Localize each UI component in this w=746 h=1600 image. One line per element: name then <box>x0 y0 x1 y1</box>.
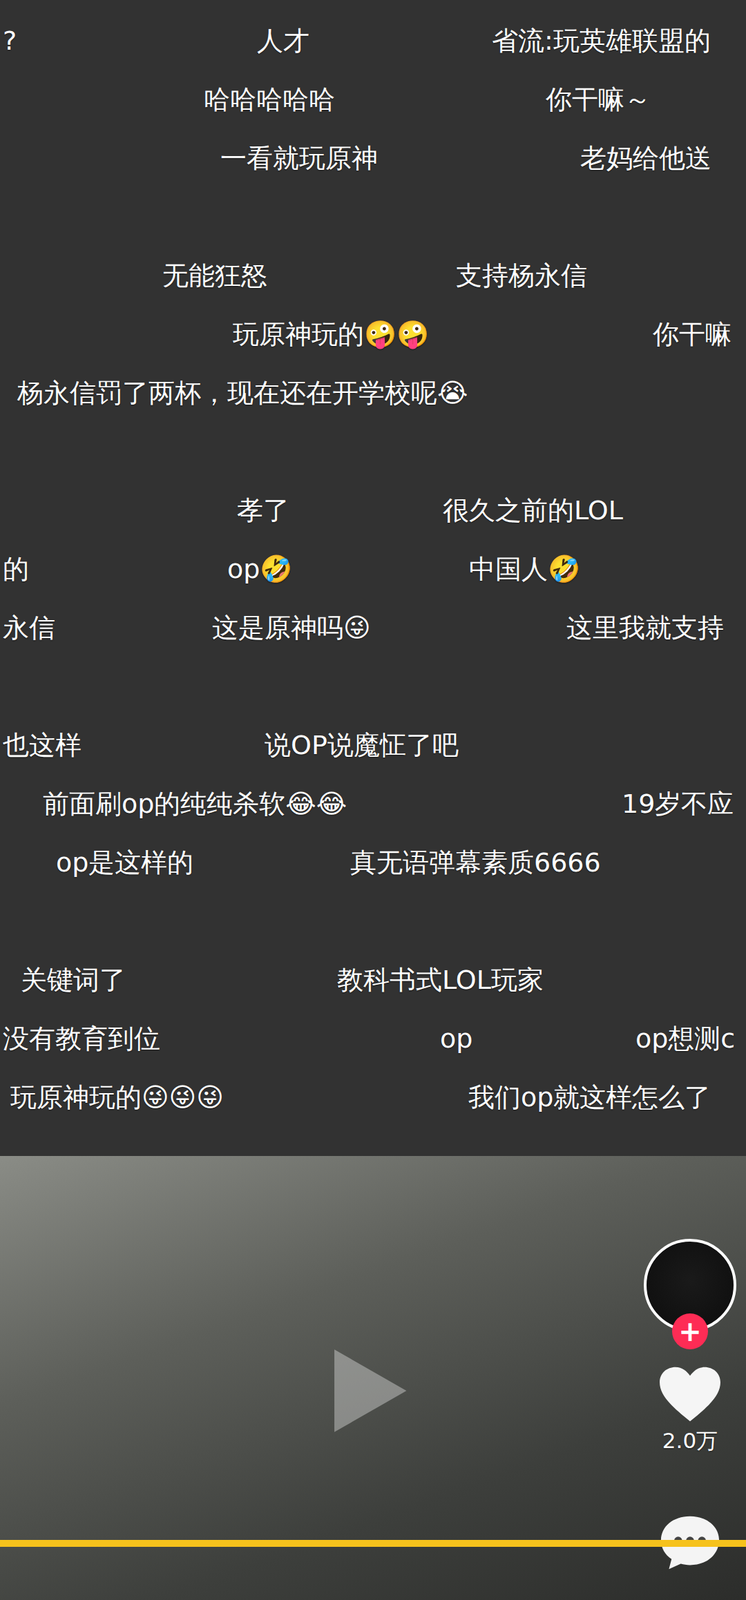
danmaku-row: 关键词了 教科书式LOL玩家 <box>0 951 746 1010</box>
danmaku-row: 孝了 很久之前的LOL <box>0 481 746 541</box>
danmaku-comment[interactable]: ? <box>2 25 17 58</box>
danmaku-comment[interactable]: op <box>440 1023 473 1056</box>
danmaku-comment[interactable]: 没有教育到位 <box>2 1023 161 1056</box>
danmaku-comment[interactable]: 也这样 <box>2 730 82 762</box>
danmaku-comment[interactable]: 哈哈哈哈哈 <box>203 84 336 117</box>
danmaku-comment[interactable]: op想测c <box>635 1023 735 1056</box>
danmaku-comment[interactable]: op🤣 <box>227 553 293 586</box>
danmaku-comment[interactable]: 人才 <box>256 25 310 58</box>
danmaku-comment[interactable]: 真无语弹幕素质6666 <box>350 847 601 880</box>
danmaku-row: 玩原神玩的😜😜😜 我们op就这样怎么了 <box>0 1068 746 1128</box>
danmaku-comment[interactable]: 杨永信罚了两杯，现在还在开学校呢😭 <box>17 377 468 410</box>
danmaku-comment[interactable]: 关键词了 <box>20 964 126 997</box>
danmaku-comment[interactable]: 玩原神玩的🤪🤪 <box>232 319 429 351</box>
danmaku-comment[interactable]: 19岁不应 <box>621 788 734 821</box>
danmaku-row: 没有教育到位 op op想测c <box>0 1009 746 1069</box>
danmaku-row: 永信 这是原神吗😜 这里我就支持 <box>0 598 746 658</box>
danmaku-comment[interactable]: 你干嘛～ <box>545 84 651 117</box>
danmaku-comment[interactable]: op是这样的 <box>55 847 194 880</box>
danmaku-comment[interactable]: 省流:玩英雄联盟的 <box>491 25 711 58</box>
danmaku-row: 的 op🤣 中国人🤣 <box>0 540 746 599</box>
danmaku-area: ? 人才 省流:玩英雄联盟的哈哈哈哈哈 你干嘛～ 一看就玩原神 老妈给他送无能狂怒 支持杨永… <box>0 0 746 1157</box>
action-bar: +2.0万 <box>645 1239 735 1573</box>
danmaku-comment[interactable]: 前面刷op的纯纯杀软😂😂 <box>42 788 347 821</box>
danmaku-comment[interactable]: 无能狂怒 <box>162 260 268 293</box>
danmaku-row: 无能狂怒 支持杨永信 <box>0 246 746 306</box>
video-screen: ? 人才 省流:玩英雄联盟的哈哈哈哈哈 你干嘛～ 一看就玩原神 老妈给他送无能狂怒 支持杨永… <box>0 0 746 1600</box>
danmaku-row: 前面刷op的纯纯杀软😂😂 19岁不应 <box>0 775 746 834</box>
danmaku-row: ? 人才 省流:玩英雄联盟的 <box>0 11 746 71</box>
danmaku-comment[interactable]: 老妈给他送 <box>580 142 712 175</box>
danmaku-comment[interactable]: 一看就玩原神 <box>220 142 378 175</box>
author-avatar[interactable]: + <box>641 1239 739 1350</box>
danmaku-comment[interactable]: 玩原神玩的😜😜😜 <box>10 1082 224 1115</box>
danmaku-comment[interactable]: 你干嘛 <box>652 319 732 351</box>
danmaku-row <box>0 422 746 482</box>
danmaku-comment[interactable]: 教科书式LOL玩家 <box>337 964 544 997</box>
danmaku-row <box>0 187 746 247</box>
danmaku-row: 玩原神玩的🤪🤪 你干嘛 <box>0 305 746 365</box>
danmaku-row <box>0 892 746 952</box>
video-frame[interactable]: +2.0万 <box>0 1156 746 1600</box>
danmaku-row: 哈哈哈哈哈 你干嘛～ <box>0 70 746 130</box>
danmaku-row: op是这样的 真无语弹幕素质6666 <box>0 833 746 893</box>
danmaku-comment[interactable]: 说OP说魔怔了吧 <box>264 730 459 762</box>
progress-fill <box>0 1540 746 1548</box>
progress-bar[interactable] <box>0 1540 746 1548</box>
danmaku-comment[interactable]: 的 <box>2 553 30 586</box>
follow-button[interactable]: + <box>672 1313 709 1350</box>
danmaku-comment[interactable]: 这是原神吗😜 <box>212 612 371 645</box>
danmaku-comment[interactable]: 我们op就这样怎么了 <box>468 1082 711 1115</box>
danmaku-row <box>0 657 746 717</box>
danmaku-comment[interactable]: 永信 <box>2 612 56 645</box>
danmaku-comment[interactable]: 这里我就支持 <box>566 612 724 645</box>
like-button[interactable]: 2.0万 <box>656 1364 724 1457</box>
danmaku-comment[interactable]: 孝了 <box>236 495 290 528</box>
danmaku-row: 也这样 说OP说魔怔了吧 <box>0 716 746 776</box>
danmaku-comment[interactable]: 中国人🤣 <box>469 553 581 586</box>
danmaku-row: 一看就玩原神 老妈给他送 <box>0 129 746 188</box>
like-count: 2.0万 <box>662 1427 718 1457</box>
danmaku-row: 杨永信罚了两杯，现在还在开学校呢😭 <box>0 364 746 423</box>
play-icon[interactable] <box>324 1342 415 1440</box>
danmaku-comment[interactable]: 支持杨永信 <box>455 260 588 293</box>
heart-icon <box>656 1364 724 1425</box>
danmaku-comment[interactable]: 很久之前的LOL <box>442 495 624 528</box>
